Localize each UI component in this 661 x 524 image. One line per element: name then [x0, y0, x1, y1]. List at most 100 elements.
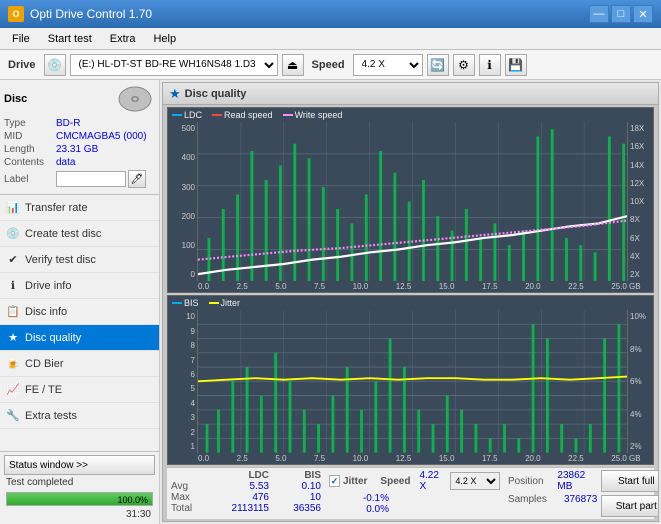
speed-label: Speed	[308, 59, 349, 71]
top-y-axis-left: 500 400 300 200 100 0	[168, 122, 198, 281]
nav-items: 📊 Transfer rate 💿 Create test disc ✔ Ver…	[0, 195, 159, 451]
avg-bis-value: 0.10	[271, 481, 321, 492]
start-part-button[interactable]: Start part	[601, 495, 658, 517]
sidebar-item-verify-test-disc[interactable]: ✔ Verify test disc	[0, 247, 159, 273]
info-button[interactable]: ℹ	[479, 54, 501, 76]
position-label: Position	[508, 476, 553, 487]
sidebar-item-create-test-disc[interactable]: 💿 Create test disc	[0, 221, 159, 247]
menu-file[interactable]: File	[4, 31, 38, 47]
action-buttons: Start full Start part	[601, 470, 658, 517]
toolbar: Drive 💿 (E:) HL-DT-ST BD-RE WH16NS48 1.D…	[0, 50, 661, 80]
top-chart-body: 500 400 300 200 100 0	[168, 122, 653, 281]
status-window-button[interactable]: Status window >>	[4, 455, 155, 475]
sidebar-item-disc-quality[interactable]: ★ Disc quality	[0, 325, 159, 351]
disc-length-row: Length 23.31 GB	[4, 144, 155, 155]
fe-te-icon: 📈	[6, 383, 20, 397]
legend-write-speed-label: Write speed	[283, 110, 343, 120]
total-bis-value: 36356	[271, 503, 321, 514]
disc-label-input[interactable]	[56, 171, 126, 187]
panel-title: Disc quality	[185, 88, 247, 100]
position-value: 23862 MB	[557, 470, 597, 492]
speed-select[interactable]: 4.2 X	[353, 54, 423, 76]
speed-display-value: 4.22 X	[419, 470, 445, 492]
transfer-rate-icon: 📊	[6, 201, 20, 215]
position-row: Position 23862 MB	[508, 470, 597, 492]
avg-label: Avg	[171, 481, 207, 492]
progress-bar: 100.0%	[6, 492, 153, 506]
disc-title: Disc	[4, 93, 27, 105]
app-title: Opti Drive Control 1.70	[30, 7, 152, 21]
disc-quality-panel: ★ Disc quality LDC Read speed	[162, 82, 659, 522]
disc-mid-label: MID	[4, 131, 56, 142]
disc-contents-label: Contents	[4, 157, 56, 168]
maximize-button[interactable]: □	[611, 5, 631, 23]
close-button[interactable]: ✕	[633, 5, 653, 23]
max-row: Max 476 10	[171, 492, 321, 503]
sidebar-item-disc-info[interactable]: 📋 Disc info	[0, 299, 159, 325]
bottom-chart-legend: BIS Jitter	[168, 296, 653, 310]
sidebar-item-extra-tests[interactable]: 🔧 Extra tests	[0, 403, 159, 429]
bottom-chart-svg-area	[198, 310, 627, 453]
sidebar-item-fe-te[interactable]: 📈 FE / TE	[0, 377, 159, 403]
eject-button[interactable]: ⏏	[282, 54, 304, 76]
top-x-axis: 0.0 2.5 5.0 7.5 10.0 12.5 15.0 17.5 20.0…	[168, 281, 653, 292]
refresh-button[interactable]: 🔄	[427, 54, 449, 76]
stats-area: LDC BIS Avg 5.53 0.10 Max 476 10	[167, 467, 654, 519]
menu-help[interactable]: Help	[145, 31, 184, 47]
legend-read-text: Read speed	[224, 110, 273, 120]
avg-ldc-value: 5.53	[209, 481, 269, 492]
minimize-button[interactable]: —	[589, 5, 609, 23]
avg-row: Avg 5.53 0.10	[171, 481, 321, 492]
bottom-y-axis-right: 10% 8% 6% 4% 2%	[627, 310, 653, 453]
disc-label-label: Label	[4, 174, 56, 185]
stats-headers: LDC BIS	[171, 470, 321, 481]
disc-contents-value: data	[56, 157, 75, 168]
drive-select[interactable]: (E:) HL-DT-ST BD-RE WH16NS48 1.D3	[70, 54, 278, 76]
jitter-speed-stats: ✓ Jitter Speed 4.22 X 4.2 X -0.1%	[325, 470, 500, 515]
menu-start-test[interactable]: Start test	[40, 31, 100, 47]
top-chart: LDC Read speed Write speed	[167, 107, 654, 293]
verify-test-disc-icon: ✔	[6, 253, 20, 267]
disc-panel: Disc Type BD-R MID CMCMAGBA5 (000) Leng	[0, 80, 159, 195]
cd-bier-icon: 🍺	[6, 357, 20, 371]
disc-label-btn[interactable]: 🖊	[128, 170, 146, 188]
total-label: Total	[171, 503, 207, 514]
avg-jitter-value: -0.1%	[329, 493, 389, 504]
nav-label-create-test-disc: Create test disc	[25, 228, 101, 240]
status-section: Status window >> Test completed 100.0% 3…	[0, 451, 159, 524]
max-jitter-value: 0.0%	[329, 504, 389, 515]
disc-label-row: Label 🖊	[4, 170, 155, 188]
sidebar-item-transfer-rate[interactable]: 📊 Transfer rate	[0, 195, 159, 221]
ldc-bis-stats: LDC BIS Avg 5.53 0.10 Max 476 10	[171, 470, 321, 514]
jitter-header: Jitter	[343, 476, 367, 487]
status-text: Test completed	[4, 475, 155, 490]
samples-value: 376873	[564, 494, 597, 505]
time-display: 31:30	[4, 508, 155, 521]
legend-bis-color	[172, 302, 182, 304]
window-controls: — □ ✕	[589, 5, 653, 23]
title-bar: O Opti Drive Control 1.70 — □ ✕	[0, 0, 661, 28]
jitter-checkbox[interactable]: ✓	[329, 475, 340, 487]
legend-ldc-label: LDC	[172, 110, 202, 120]
top-y-axis-right: 18X 16X 14X 12X 10X 8X 6X 4X 2X	[627, 122, 653, 281]
title-bar-left: O Opti Drive Control 1.70	[8, 6, 152, 22]
drive-icon-btn[interactable]: 💿	[44, 54, 66, 76]
top-x-labels: 0.0 2.5 5.0 7.5 10.0 12.5 15.0 17.5 20.0…	[198, 281, 627, 292]
settings-button[interactable]: ⚙	[453, 54, 475, 76]
legend-ldc-text: LDC	[184, 110, 202, 120]
disc-contents-row: Contents data	[4, 157, 155, 168]
sidebar-item-cd-bier[interactable]: 🍺 CD Bier	[0, 351, 159, 377]
disc-length-value: 23.31 GB	[56, 144, 98, 155]
menu-extra[interactable]: Extra	[102, 31, 144, 47]
position-section: Position 23862 MB Samples 376873	[504, 470, 597, 505]
max-label: Max	[171, 492, 207, 503]
disc-type-label: Type	[4, 118, 56, 129]
start-full-button[interactable]: Start full	[601, 470, 658, 492]
nav-label-disc-info: Disc info	[25, 306, 67, 318]
speed-dropdown[interactable]: 4.2 X	[450, 472, 500, 490]
sidebar-item-drive-info[interactable]: ℹ Drive info	[0, 273, 159, 299]
save-button[interactable]: 💾	[505, 54, 527, 76]
extra-tests-icon: 🔧	[6, 409, 20, 423]
disc-image	[115, 84, 155, 114]
nav-label-disc-quality: Disc quality	[25, 332, 81, 344]
